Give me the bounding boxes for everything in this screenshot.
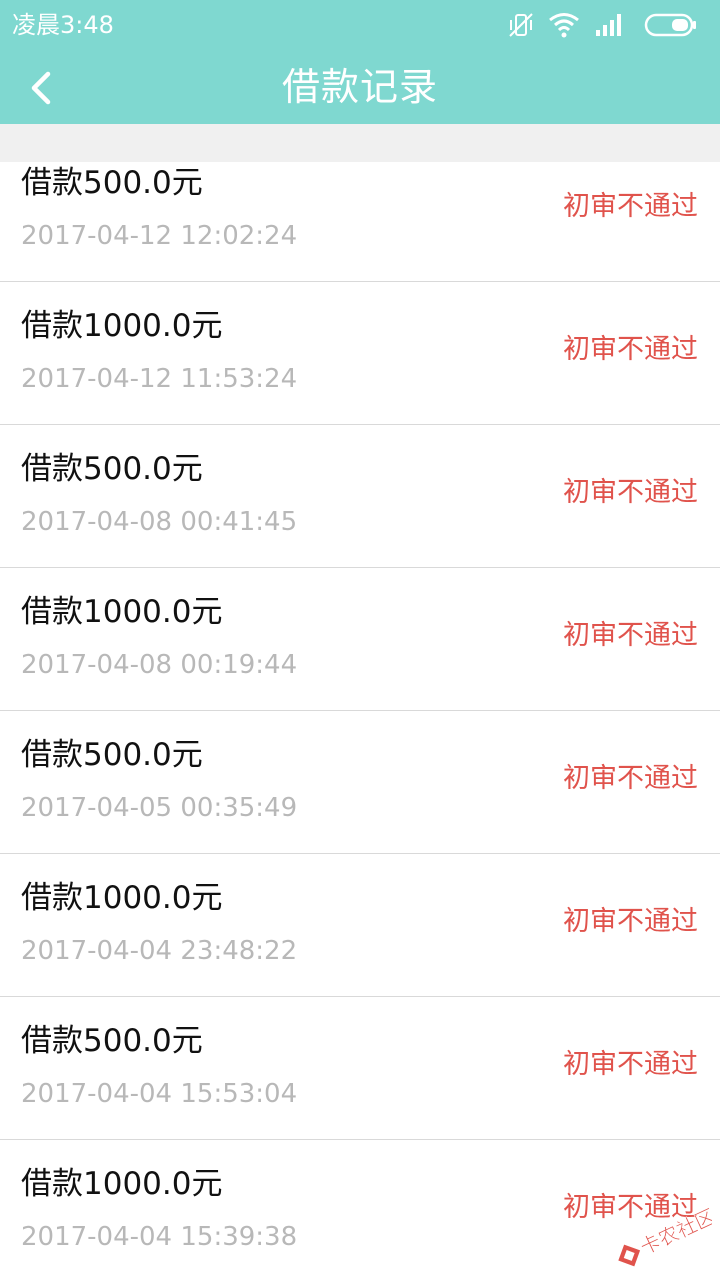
loan-status: 初审不通过 — [563, 1049, 698, 1080]
loan-amount: 借款500.0元 — [21, 737, 203, 773]
loan-datetime: 2017-04-05 00:35:49 — [21, 793, 298, 823]
loan-amount: 借款1000.0元 — [21, 308, 223, 344]
status-time: 凌晨3:48 — [12, 11, 114, 39]
loan-record-list-content: 借款500.0元 2017-04-12 12:02:24 初审不通过 借款100… — [0, 162, 720, 1280]
loan-datetime: 2017-04-04 15:53:04 — [21, 1079, 298, 1109]
loan-status: 初审不通过 — [563, 763, 698, 794]
wifi-icon — [549, 13, 579, 38]
watermark-logo: 卡农社区 — [618, 1204, 712, 1267]
loan-record-item[interactable]: 借款500.0元 2017-04-08 00:41:45 初审不通过 — [0, 425, 720, 568]
loan-datetime: 2017-04-08 00:41:45 — [21, 507, 298, 537]
loan-amount: 借款500.0元 — [21, 451, 203, 487]
loan-datetime: 2017-04-12 12:02:24 — [21, 221, 298, 251]
loan-status: 初审不通过 — [563, 477, 698, 508]
loan-amount: 借款1000.0元 — [21, 594, 223, 630]
header-bar: 借款记录 — [0, 50, 720, 124]
list-top-spacer — [0, 124, 720, 162]
loan-record-item[interactable]: 借款1000.0元 2017-04-08 00:19:44 初审不通过 — [0, 568, 720, 711]
vibrate-off-icon — [509, 13, 533, 37]
loan-record-list[interactable]: 借款500.0元 2017-04-12 12:02:24 初审不通过 借款100… — [0, 162, 720, 1280]
watermark-text: 卡农社区 — [636, 1204, 712, 1260]
loan-status: 初审不通过 — [563, 334, 698, 365]
loan-datetime: 2017-04-12 11:53:24 — [21, 364, 298, 394]
loan-record-item[interactable]: 借款500.0元 2017-04-12 12:02:24 初审不通过 — [0, 162, 720, 282]
status-bar: 凌晨3:48 — [0, 0, 720, 50]
loan-amount: 借款1000.0元 — [21, 1166, 223, 1202]
loan-amount: 借款500.0元 — [21, 1023, 203, 1059]
loan-record-item[interactable]: 借款1000.0元 2017-04-04 23:48:22 初审不通过 — [0, 854, 720, 997]
loan-record-item[interactable]: 借款1000.0元 2017-04-12 11:53:24 初审不通过 — [0, 282, 720, 425]
loan-amount: 借款1000.0元 — [21, 880, 223, 916]
status-icons — [506, 10, 706, 40]
page-title: 借款记录 — [281, 65, 438, 109]
loan-datetime: 2017-04-04 15:39:38 — [21, 1222, 298, 1252]
loan-datetime: 2017-04-04 23:48:22 — [21, 936, 298, 966]
signal-icon — [596, 14, 621, 36]
loan-status: 初审不通过 — [563, 620, 698, 651]
loan-amount: 借款500.0元 — [21, 165, 203, 201]
loan-record-item[interactable]: 借款500.0元 2017-04-04 15:53:04 初审不通过 — [0, 997, 720, 1140]
loan-status: 初审不通过 — [563, 906, 698, 937]
loan-status: 初审不通过 — [563, 191, 698, 222]
loan-datetime: 2017-04-08 00:19:44 — [21, 650, 298, 680]
battery-icon — [644, 13, 696, 37]
loan-record-item[interactable]: 借款500.0元 2017-04-05 00:35:49 初审不通过 — [0, 711, 720, 854]
